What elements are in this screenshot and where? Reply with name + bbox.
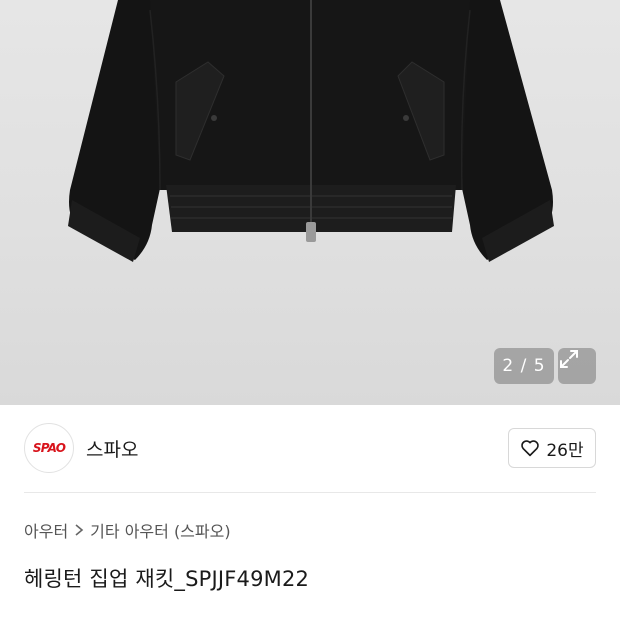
product-detail-page: 2 / 5 SPAO 스파오 26만 아우터 기타 아우터 (스파오) 헤링턴 …	[0, 0, 620, 620]
brand-logo[interactable]: SPAO	[24, 423, 74, 473]
image-counter: 2 / 5	[494, 348, 554, 384]
jacket-image	[68, 0, 554, 262]
brand-name[interactable]: 스파오	[86, 435, 138, 462]
like-button[interactable]: 26만	[508, 428, 596, 468]
breadcrumb-item-other-outer[interactable]: 기타 아우터 (스파오)	[90, 518, 230, 542]
like-count: 26만	[546, 440, 584, 461]
brand-row: SPAO 스파오 26만	[0, 405, 620, 493]
divider	[24, 492, 596, 493]
expand-icon	[560, 350, 578, 368]
product-image-gallery[interactable]: 2 / 5	[0, 0, 620, 405]
brand-logo-text: SPAO	[32, 441, 66, 455]
heart-icon	[521, 440, 540, 457]
breadcrumb-item-outer[interactable]: 아우터	[24, 518, 68, 542]
breadcrumb: 아우터 기타 아우터 (스파오)	[24, 518, 231, 542]
expand-image-button[interactable]	[558, 348, 596, 384]
chevron-right-icon	[75, 524, 84, 536]
product-title: 헤링턴 집업 재킷_SPJJF49M22	[24, 567, 310, 591]
